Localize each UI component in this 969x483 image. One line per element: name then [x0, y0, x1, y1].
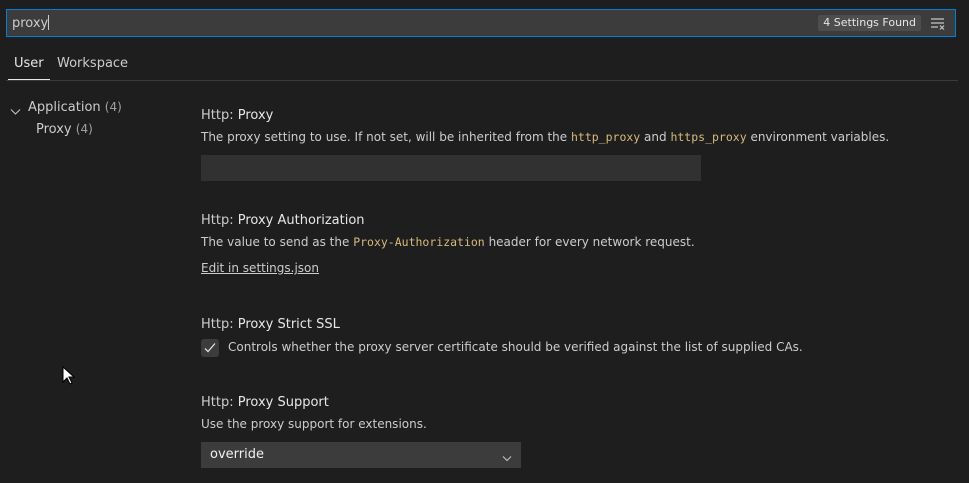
setting-http-proxy-authorization: Http: Proxy Authorization The value to s… — [201, 211, 921, 276]
setting-title: Http: Proxy Authorization — [201, 211, 921, 231]
setting-http-proxy: Http: Proxy The proxy setting to use. If… — [201, 106, 921, 181]
toc-item-application[interactable]: Application (4) — [0, 96, 180, 118]
chevron-down-icon — [10, 102, 21, 115]
proxy-text-input[interactable] — [201, 155, 701, 181]
description-text: The value to send as the — [201, 235, 354, 249]
results-count-badge: 4 Settings Found — [818, 15, 921, 31]
description-text: environment variables. — [746, 130, 890, 144]
settings-toc: Application (4) Proxy (4) — [0, 96, 180, 140]
clear-filter-icon[interactable] — [930, 16, 946, 30]
setting-category: Http: — [201, 213, 238, 228]
mouse-pointer-icon — [62, 365, 76, 386]
toc-item-count: (4) — [75, 122, 93, 136]
text-caret — [48, 15, 50, 30]
checkbox-description: Controls whether the proxy server certif… — [228, 340, 803, 354]
edit-in-settings-json-link[interactable]: Edit in settings.json — [201, 261, 319, 275]
code-http-proxy: http_proxy — [570, 130, 641, 144]
select-value: override — [210, 447, 264, 462]
toc-item-count: (4) — [104, 100, 122, 114]
setting-http-proxy-support: Http: Proxy Support Use the proxy suppor… — [201, 393, 921, 468]
setting-title: Http: Proxy Support — [201, 393, 921, 413]
setting-http-proxy-strict-ssl: Http: Proxy Strict SSL Controls whether … — [201, 315, 921, 357]
chevron-down-icon — [502, 451, 512, 462]
setting-label: Proxy — [237, 108, 274, 123]
setting-description: The proxy setting to use. If not set, wi… — [201, 127, 921, 147]
setting-label: Proxy Support — [237, 395, 329, 410]
toc-item-proxy[interactable]: Proxy (4) — [0, 118, 180, 140]
tab-workspace[interactable]: Workspace — [54, 56, 131, 80]
code-https-proxy: https_proxy — [670, 130, 747, 144]
code-proxy-authorization: Proxy-Authorization — [353, 235, 485, 249]
setting-title: Http: Proxy Strict SSL — [201, 315, 921, 335]
proxy-support-select[interactable]: override — [201, 442, 521, 468]
setting-label: Proxy Strict SSL — [237, 317, 340, 332]
settings-search-box[interactable]: proxy 4 Settings Found — [6, 9, 956, 37]
setting-category: Http: — [201, 108, 238, 123]
setting-category: Http: — [201, 317, 238, 332]
search-input[interactable]: proxy — [12, 14, 50, 33]
proxy-strict-ssl-checkbox[interactable] — [201, 339, 219, 357]
check-icon — [204, 343, 216, 353]
setting-title: Http: Proxy — [201, 106, 921, 126]
description-text: The proxy setting to use. If not set, wi… — [201, 130, 571, 144]
setting-description: Use the proxy support for extensions. — [201, 417, 427, 431]
tab-user[interactable]: User — [8, 56, 50, 80]
setting-label: Proxy Authorization — [237, 213, 365, 228]
toc-item-label: Application — [28, 100, 101, 115]
description-text: header for every network request. — [484, 235, 695, 249]
settings-editor: proxy 4 Settings Found User Workspace Ap… — [0, 0, 969, 483]
toc-item-label: Proxy — [36, 122, 72, 137]
setting-category: Http: — [201, 395, 238, 410]
checkbox-row: Controls whether the proxy server certif… — [201, 337, 921, 357]
setting-description: The value to send as the Proxy-Authoriza… — [201, 232, 921, 252]
search-query-text: proxy — [12, 16, 49, 31]
settings-scope-tabs: User Workspace — [6, 48, 958, 81]
description-text: and — [640, 130, 671, 144]
